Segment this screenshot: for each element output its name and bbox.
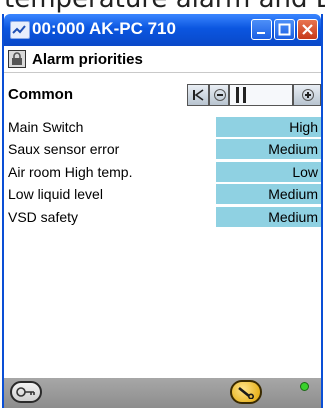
alarm-label: Main Switch [8, 119, 84, 135]
minimize-button[interactable] [251, 19, 272, 40]
priority-value-field[interactable]: Medium [216, 184, 321, 205]
alarm-label: Low liquid level [8, 186, 103, 203]
priority-value-field[interactable]: Low [216, 161, 321, 182]
slider-thumb-edge [243, 87, 246, 103]
title-bar[interactable]: 00:000 AK-PC 710 [4, 14, 321, 46]
priority-value-field[interactable]: High [216, 117, 321, 137]
priority-value-field[interactable]: Medium [216, 206, 321, 227]
first-page-icon [193, 89, 204, 101]
page-header: Alarm priorities [4, 48, 321, 73]
slider-thumb[interactable] [236, 87, 239, 103]
previous-page-button[interactable] [209, 84, 229, 106]
priority-value-field[interactable]: Medium [216, 139, 321, 160]
close-button[interactable] [297, 19, 318, 40]
list-item[interactable]: Low liquid level Medium [4, 183, 321, 205]
window-title: 00:000 AK-PC 710 [32, 19, 176, 38]
alarm-label: Saux sensor error [8, 141, 120, 158]
list-item[interactable]: Air room High temp. Low [4, 161, 321, 183]
status-led-icon [300, 382, 309, 391]
alarm-label: VSD safety [8, 208, 79, 225]
list-item[interactable]: VSD safety Medium [4, 206, 321, 228]
group-label: Common [8, 86, 73, 103]
plus-icon [302, 89, 314, 101]
lock-icon[interactable] [8, 50, 26, 68]
first-page-button[interactable] [187, 84, 209, 106]
alarm-label: Air room High temp. [8, 163, 133, 180]
keys-icon [16, 387, 35, 397]
background-caption-text: temperature alarm and Di [0, 0, 325, 14]
alarm-priority-list: Main Switch High Saux sensor error Mediu… [4, 116, 321, 228]
service-button[interactable] [230, 380, 262, 404]
page-slider[interactable] [229, 84, 293, 106]
minus-icon [214, 89, 226, 101]
maximize-button[interactable] [274, 19, 295, 40]
footer-bar [4, 378, 321, 408]
list-item[interactable]: Main Switch High [4, 116, 321, 138]
group-navigation: Common [4, 84, 321, 108]
page-title: Alarm priorities [32, 51, 143, 68]
login-button[interactable] [10, 381, 42, 403]
wrench-icon [238, 386, 254, 399]
list-item[interactable]: Saux sensor error Medium [4, 138, 321, 160]
app-icon [10, 21, 30, 39]
app-window: 00:000 AK-PC 710 Alarm priorities Common [2, 14, 323, 408]
next-page-button[interactable] [293, 84, 321, 106]
